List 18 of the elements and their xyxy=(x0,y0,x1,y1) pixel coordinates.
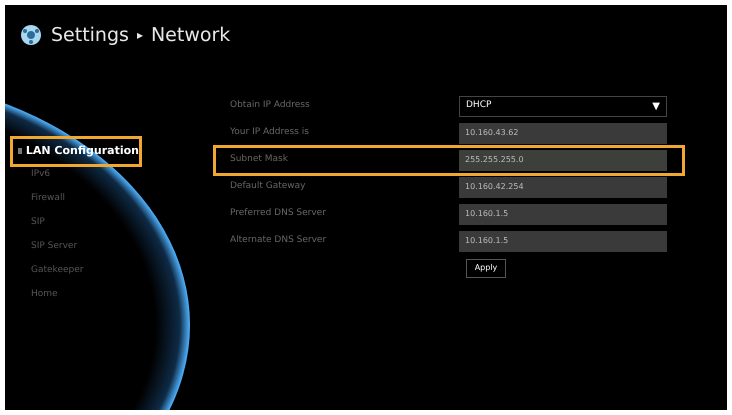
header-page: Network xyxy=(150,23,230,48)
input-field[interactable]: 255.255.255.0 xyxy=(459,150,667,170)
dropdown[interactable]: DHCP ▼ xyxy=(459,96,667,116)
field-label: Alternate DNS Server xyxy=(229,234,328,248)
input-field[interactable]: 10.160.42.254 xyxy=(459,176,667,198)
input-field[interactable]: 10.160.43.62 xyxy=(459,122,667,144)
input-field[interactable]: 10.160.1.5 xyxy=(459,230,667,252)
input-field[interactable]: 10.160.1.5 xyxy=(459,204,667,224)
apply-button[interactable]: Apply xyxy=(466,258,506,278)
field-label: Preferred DNS Server xyxy=(229,207,327,220)
field-label: Default Gateway xyxy=(229,180,307,194)
breadcrumb-separator: ▸ xyxy=(136,27,143,44)
field-label: Obtain IP Address xyxy=(229,99,311,112)
gear-globe-icon xyxy=(19,23,43,48)
field-label: Subnet Mask xyxy=(229,153,289,166)
header-section: Settings xyxy=(51,21,129,50)
bullet-icon xyxy=(18,148,22,154)
field-label: Your IP Address is xyxy=(229,126,310,140)
